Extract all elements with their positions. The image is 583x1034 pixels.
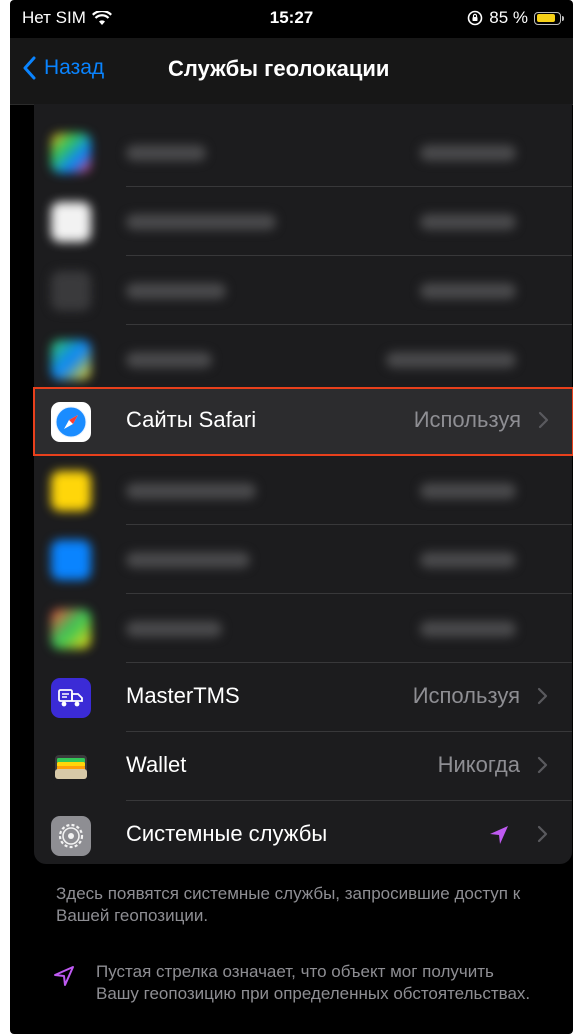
gear-icon xyxy=(51,816,91,856)
item-value: Никогда xyxy=(437,752,520,777)
item-label: Сайты Safari xyxy=(126,407,257,432)
app-icon xyxy=(51,340,91,380)
blurred-list-item[interactable] xyxy=(34,187,572,256)
item-label: MasterTMS xyxy=(126,683,240,708)
status-bar: Нет SIM 15:27 85 % xyxy=(10,0,573,38)
blurred-list-item[interactable] xyxy=(34,118,572,187)
battery-percent: 85 % xyxy=(489,8,528,27)
list-item-mastertms[interactable]: MasterTMS Используя xyxy=(34,663,572,732)
phone-screen: Нет SIM 15:27 85 % Назад Службы геолокац… xyxy=(10,0,573,1034)
app-icon xyxy=(51,202,91,242)
system-services-footnote: Здесь появятся системные службы, запроси… xyxy=(56,884,521,925)
blurred-list-item[interactable] xyxy=(34,456,572,525)
app-icon xyxy=(51,609,91,649)
chevron-left-icon xyxy=(23,56,36,80)
item-label: Системные службы xyxy=(126,821,328,846)
chevron-right-icon xyxy=(537,825,548,843)
orientation-lock-icon xyxy=(467,10,483,26)
app-icon xyxy=(51,133,91,173)
back-label: Назад xyxy=(44,56,105,79)
blurred-list-item[interactable] xyxy=(34,256,572,325)
list-item-safari[interactable]: Сайты Safari Используя xyxy=(34,387,573,456)
app-icon xyxy=(51,540,91,580)
item-value: Используя xyxy=(412,683,520,708)
chevron-right-icon xyxy=(538,411,549,429)
item-label: Wallet xyxy=(126,752,187,777)
safari-icon xyxy=(51,402,91,442)
location-apps-list: MasterTMS Используя Wallet Никогда Систе… xyxy=(34,104,572,864)
status-right: 85 % xyxy=(467,8,564,28)
mastertms-icon xyxy=(51,678,91,718)
chevron-right-icon xyxy=(537,687,548,705)
highlight-frame: Сайты Safari Используя xyxy=(33,387,573,456)
page-title: Службы геолокации xyxy=(168,56,390,81)
wallet-icon xyxy=(51,747,91,787)
back-button[interactable]: Назад xyxy=(22,56,104,80)
battery-icon xyxy=(534,11,564,25)
list-item-wallet[interactable]: Wallet Никогда xyxy=(34,732,572,801)
item-value: Используя xyxy=(413,407,521,432)
app-icon xyxy=(51,471,91,511)
battery-level xyxy=(536,14,556,22)
hollow-arrow-footnote: Пустая стрелка означает, что объект мог … xyxy=(96,962,531,1003)
blurred-list-item[interactable] xyxy=(34,325,572,394)
blurred-list-item[interactable] xyxy=(34,594,572,663)
location-arrow-icon xyxy=(490,826,508,844)
app-icon xyxy=(51,271,91,311)
chevron-right-icon xyxy=(537,756,548,774)
list-item-system-services[interactable]: Системные службы xyxy=(34,801,572,864)
navigation-bar: Назад Службы геолокации xyxy=(10,38,573,105)
hollow-location-arrow-icon xyxy=(54,966,74,986)
blurred-list-item[interactable] xyxy=(34,525,572,594)
